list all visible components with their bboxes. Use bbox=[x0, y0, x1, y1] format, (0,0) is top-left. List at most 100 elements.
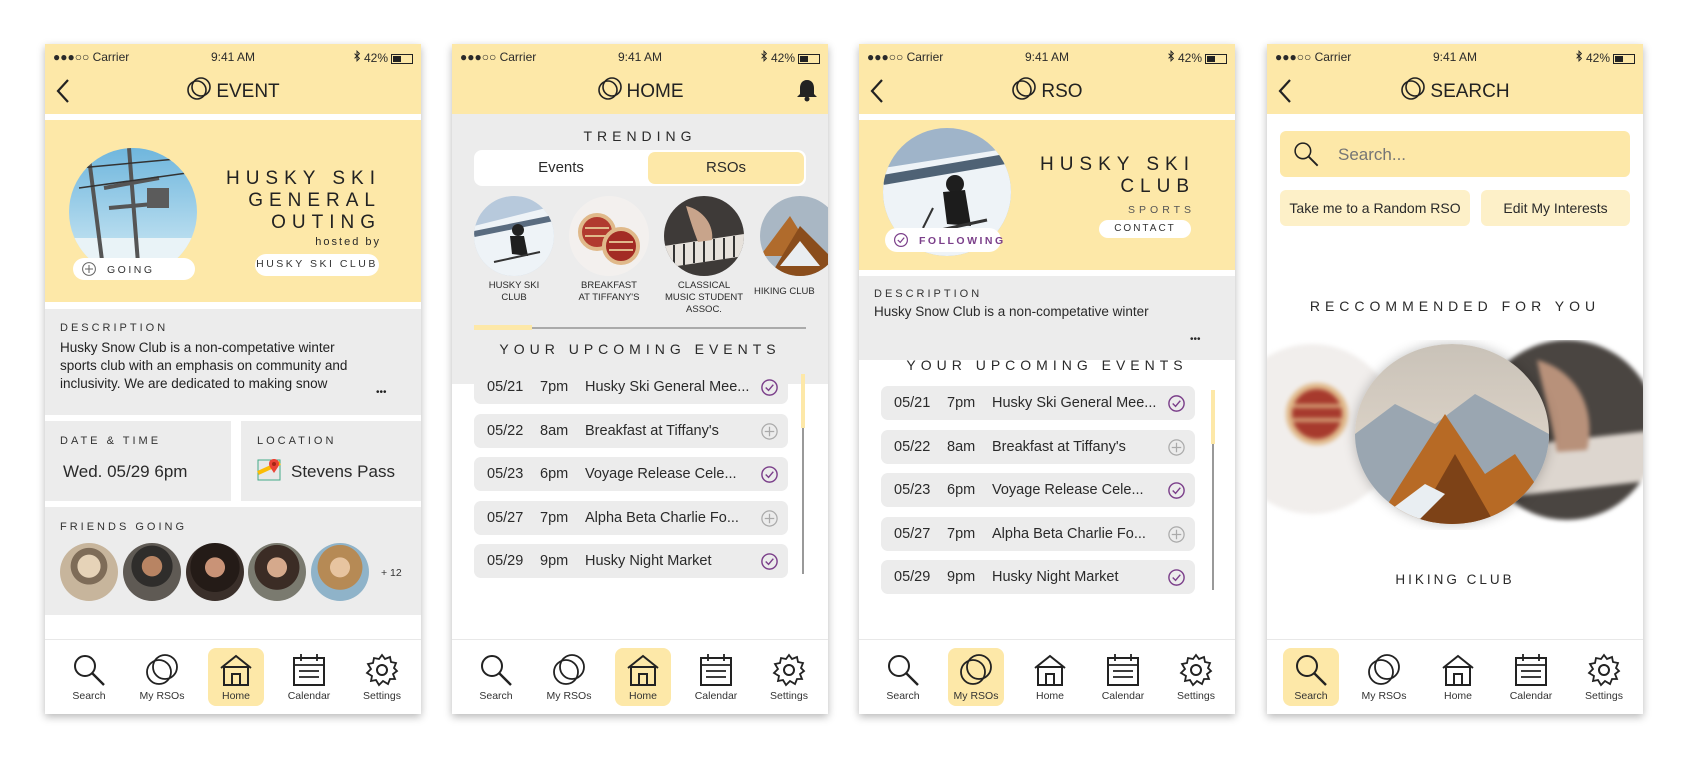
scrollbar-thumb[interactable] bbox=[1211, 390, 1215, 444]
check-circle-icon[interactable] bbox=[760, 465, 779, 484]
battery-percent: 42% bbox=[1177, 51, 1202, 65]
going-toggle[interactable]: GOING bbox=[73, 258, 195, 280]
nav-calendar[interactable]: Calendar bbox=[1095, 648, 1151, 706]
nav-label: My RSOs bbox=[1361, 690, 1407, 702]
check-circle-icon[interactable] bbox=[1167, 568, 1186, 587]
event-row[interactable]: 05/29 9pm Husky Night Market bbox=[474, 544, 788, 578]
add-circle-icon[interactable] bbox=[760, 509, 779, 528]
rso-thumb-classical-music[interactable] bbox=[664, 196, 744, 276]
battery-percent: 42% bbox=[770, 51, 795, 65]
event-row[interactable]: 05/23 6pm Voyage Release Cele... bbox=[881, 473, 1195, 507]
more-button[interactable]: ••• bbox=[376, 387, 387, 398]
caption-line: CLUB bbox=[501, 292, 527, 303]
nav-settings[interactable]: Settings bbox=[1576, 648, 1632, 706]
upcoming-heading: YOUR UPCOMING EVENTS bbox=[499, 341, 781, 357]
nav-calendar[interactable]: Calendar bbox=[688, 648, 744, 706]
bluetooth-icon bbox=[353, 50, 361, 62]
caption-line: AT TIFFANY'S bbox=[578, 292, 640, 303]
nav-search[interactable]: Search bbox=[468, 648, 524, 706]
nav-home[interactable]: Home bbox=[615, 648, 671, 706]
nav-settings[interactable]: Settings bbox=[354, 648, 410, 706]
rso-thumb-breakfast[interactable] bbox=[569, 196, 649, 276]
nav-my-rsos[interactable]: My RSOs bbox=[541, 648, 597, 706]
friend-avatar[interactable] bbox=[123, 543, 181, 601]
rso-caption: HUSKY SKI CLUB bbox=[474, 280, 554, 304]
event-row[interactable]: 05/22 8am Breakfast at Tiffany's bbox=[474, 413, 788, 448]
home-icon bbox=[218, 652, 254, 688]
nav-label: Home bbox=[1035, 690, 1064, 702]
search-input[interactable] bbox=[1336, 140, 1610, 170]
event-row[interactable]: 05/27 7pm Alpha Beta Charlie Fo... bbox=[881, 516, 1195, 551]
featured-rso-name: HIKING CLUB bbox=[1395, 572, 1515, 587]
check-circle-icon[interactable] bbox=[760, 552, 779, 571]
event-name: Alpha Beta Charlie Fo... bbox=[585, 509, 739, 526]
event-row[interactable]: 05/23 6pm Voyage Release Cele... bbox=[474, 457, 788, 491]
nav-home[interactable]: Home bbox=[1430, 648, 1486, 706]
nav-my-rsos[interactable]: My RSOs bbox=[1356, 648, 1412, 706]
add-circle-icon[interactable] bbox=[1167, 525, 1186, 544]
random-rso-button[interactable]: Take me to a Random RSO bbox=[1280, 190, 1470, 226]
event-date: 05/21 bbox=[487, 379, 524, 395]
location-value: Stevens Pass bbox=[291, 462, 395, 481]
tab-rsos[interactable]: RSOs bbox=[648, 152, 804, 184]
rec-hiking-image[interactable] bbox=[1355, 344, 1549, 524]
nav-label: Search bbox=[1294, 690, 1328, 702]
event-row[interactable]: 05/29 9pm Husky Night Market bbox=[881, 560, 1195, 594]
description-panel: DESCRIPTION Husky Snow Club is a non-com… bbox=[45, 309, 421, 415]
rso-screen: ●●●○○ Carrier 9:41 AM 42% RSO FOLLOWING … bbox=[859, 44, 1235, 714]
nav-search[interactable]: Search bbox=[1283, 648, 1339, 706]
nav-my-rsos[interactable]: My RSOs bbox=[134, 648, 190, 706]
nav-search[interactable]: Search bbox=[875, 648, 931, 706]
battery-indicator: 42% bbox=[1167, 50, 1227, 65]
location-panel[interactable]: LOCATION Stevens Pass bbox=[241, 421, 421, 501]
more-button[interactable]: ••• bbox=[1190, 334, 1201, 345]
recommendation-carousel[interactable] bbox=[1267, 340, 1643, 530]
nav-settings[interactable]: Settings bbox=[761, 648, 817, 706]
friend-avatar[interactable] bbox=[60, 543, 118, 601]
friends-panel: FRIENDS GOING + 12 bbox=[45, 507, 421, 615]
add-circle-icon[interactable] bbox=[760, 422, 779, 441]
carousel-thumb[interactable] bbox=[474, 325, 532, 330]
event-date: 05/29 bbox=[894, 569, 931, 585]
event-row[interactable]: 05/21 7pm Husky Ski General Mee... bbox=[881, 386, 1195, 420]
nav-calendar[interactable]: Calendar bbox=[281, 648, 337, 706]
nav-label: Settings bbox=[1177, 690, 1215, 702]
tab-events[interactable]: Events bbox=[474, 150, 648, 186]
bell-icon[interactable] bbox=[796, 78, 818, 102]
add-circle-icon[interactable] bbox=[1167, 438, 1186, 457]
nav-home[interactable]: Home bbox=[208, 648, 264, 706]
following-toggle[interactable]: FOLLOWING bbox=[885, 228, 1003, 252]
event-row[interactable]: 05/22 8am Breakfast at Tiffany's bbox=[881, 429, 1195, 464]
nav-home[interactable]: Home bbox=[1022, 648, 1078, 706]
description-text: Husky Snow Club is a non-competative win… bbox=[874, 304, 1149, 319]
event-row[interactable]: 05/21 7pm Husky Ski General Mee... bbox=[474, 370, 788, 404]
check-circle-icon[interactable] bbox=[1167, 394, 1186, 413]
friend-avatar[interactable] bbox=[248, 543, 306, 601]
rso-category: SPORTS bbox=[1128, 204, 1195, 216]
friends-label: FRIENDS GOING bbox=[60, 521, 188, 533]
host-link[interactable]: HUSKY SKI CLUB bbox=[255, 254, 379, 276]
check-circle-icon[interactable] bbox=[1167, 481, 1186, 500]
rso-hero: FOLLOWING HUSKY SKI CLUB SPORTS CONTACT bbox=[859, 120, 1235, 270]
nav-calendar[interactable]: Calendar bbox=[1503, 648, 1559, 706]
event-name: Breakfast at Tiffany's bbox=[992, 438, 1126, 455]
nav-label: My RSOs bbox=[139, 690, 185, 702]
check-circle-icon[interactable] bbox=[760, 378, 779, 397]
nav-label: My RSOs bbox=[546, 690, 592, 702]
event-date: 05/21 bbox=[894, 395, 931, 411]
nav-label: Calendar bbox=[1509, 690, 1553, 702]
nav-search[interactable]: Search bbox=[61, 648, 117, 706]
friend-avatar[interactable] bbox=[186, 543, 244, 601]
edit-interests-button[interactable]: Edit My Interests bbox=[1481, 190, 1630, 226]
nav-my-rsos[interactable]: My RSOs bbox=[948, 648, 1004, 706]
scrollbar-thumb[interactable] bbox=[801, 374, 805, 428]
contact-button[interactable]: CONTACT bbox=[1099, 220, 1191, 238]
nav-settings[interactable]: Settings bbox=[1168, 648, 1224, 706]
rso-thumb-hiking[interactable] bbox=[760, 196, 828, 276]
friend-avatar[interactable] bbox=[311, 543, 369, 601]
battery-percent: 42% bbox=[1585, 51, 1610, 65]
rso-thumb-ski[interactable] bbox=[474, 196, 554, 276]
search-bar[interactable] bbox=[1280, 131, 1630, 177]
event-row[interactable]: 05/27 7pm Alpha Beta Charlie Fo... bbox=[474, 500, 788, 535]
caption-line: MUSIC STUDENT bbox=[664, 292, 744, 303]
